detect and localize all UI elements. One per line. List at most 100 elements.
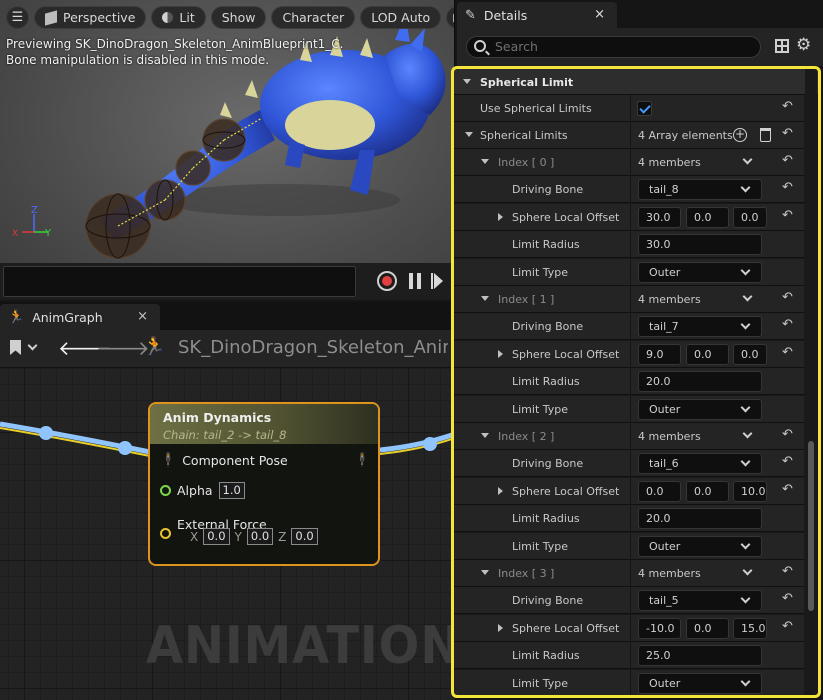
offset-y-field[interactable]: 0.0 xyxy=(686,206,729,228)
use-spherical-limits-checkbox[interactable] xyxy=(637,101,652,116)
timeline-scrubber[interactable] xyxy=(3,266,356,297)
limit-type-combo[interactable]: Outer xyxy=(638,398,762,420)
add-element-icon[interactable]: + xyxy=(733,128,747,142)
limit-radius-field[interactable]: 25.0 xyxy=(638,645,762,667)
category-spherical-limit[interactable]: Spherical Limit xyxy=(454,69,818,95)
character-button[interactable]: Character xyxy=(271,6,356,29)
chevron-down-icon[interactable] xyxy=(27,340,38,351)
limit-radius-field[interactable]: 20.0 xyxy=(638,508,762,530)
chevron-down-icon[interactable] xyxy=(742,291,753,302)
value-divider xyxy=(630,286,631,313)
alpha-value-field[interactable]: 1.0 xyxy=(218,482,245,499)
offset-z-field[interactable]: 0.0 xyxy=(733,206,767,228)
reset-to-default-icon[interactable]: ↶ xyxy=(782,455,796,470)
force-z-field[interactable]: 0.0 xyxy=(291,528,318,545)
lit-button[interactable]: Lit xyxy=(151,6,206,29)
chevron-down-icon[interactable] xyxy=(742,428,753,439)
offset-x-field[interactable]: 30.0 xyxy=(638,206,681,228)
offset-y-field[interactable]: 0.0 xyxy=(686,480,729,502)
tab-details[interactable]: ✎ Details × xyxy=(457,2,617,28)
output-pose-pin-icon[interactable]: 🕴 xyxy=(354,453,370,468)
chevron-down-icon[interactable] xyxy=(742,154,753,165)
graph-breadcrumb[interactable]: SK_DinoDragon_Skeleton_Anim xyxy=(178,337,448,358)
lod-button[interactable]: LOD Auto xyxy=(360,6,442,29)
reset-to-default-icon[interactable]: ↶ xyxy=(782,592,796,607)
vector-pin-icon xyxy=(160,528,171,539)
collapse-arrow-icon[interactable] xyxy=(465,132,473,137)
offset-z-field[interactable]: 15.0 xyxy=(733,617,767,639)
pause-button[interactable] xyxy=(409,273,421,289)
value-divider xyxy=(630,587,631,615)
search-icon xyxy=(474,40,486,52)
driving-bone-combo[interactable]: tail_6 xyxy=(638,453,762,475)
reset-to-default-icon[interactable]: ↶ xyxy=(782,209,796,224)
details-scrollbar[interactable] xyxy=(805,69,817,695)
limit-radius-field[interactable]: 30.0 xyxy=(638,234,762,256)
force-y-field[interactable]: 0.0 xyxy=(246,528,274,545)
collapse-arrow-icon[interactable] xyxy=(481,433,489,438)
step-forward-button[interactable] xyxy=(431,273,443,289)
scrollbar-thumb[interactable] xyxy=(808,441,814,611)
perspective-button[interactable]: Perspective xyxy=(34,6,147,29)
reset-to-default-icon[interactable]: ↶ xyxy=(782,154,796,169)
preview-info: Previewing SK_DinoDragon_Skeleton_AnimBl… xyxy=(6,37,344,68)
limit-radius-row: Limit Radius 30.0 xyxy=(454,231,804,259)
offset-x-field[interactable]: -10.0 xyxy=(638,617,681,639)
offset-z-field[interactable]: 10.0 xyxy=(733,480,767,502)
offset-x-field[interactable]: 0.0 xyxy=(638,480,681,502)
reset-to-default-icon[interactable]: ↶ xyxy=(782,565,796,580)
reset-to-default-icon[interactable]: ↶ xyxy=(782,291,796,306)
hamburger-menu-button[interactable]: ☰ xyxy=(6,6,29,29)
collapse-arrow-icon[interactable] xyxy=(481,296,489,301)
tab-animgraph[interactable]: 🏃 AnimGraph × xyxy=(0,304,160,330)
playback-speed-button[interactable]: ▶ x xyxy=(446,6,454,29)
alpha-pin[interactable]: Alpha 1.0 xyxy=(160,482,245,499)
expand-arrow-icon[interactable] xyxy=(498,623,503,632)
character-label: Character xyxy=(282,10,345,25)
reset-to-default-icon[interactable]: ↶ xyxy=(782,127,796,142)
reset-to-default-icon[interactable]: ↶ xyxy=(782,318,796,333)
reset-to-default-icon[interactable]: ↶ xyxy=(782,428,796,443)
reset-to-default-icon[interactable]: ↶ xyxy=(782,346,796,361)
show-button[interactable]: Show xyxy=(210,6,267,29)
collapse-arrow-icon[interactable] xyxy=(481,159,489,164)
table-view-icon[interactable] xyxy=(775,39,789,53)
bookmark-icon[interactable] xyxy=(10,340,21,355)
driving-bone-combo[interactable]: tail_8 xyxy=(638,179,762,201)
reset-to-default-icon[interactable]: ↶ xyxy=(782,181,796,196)
offset-y-field[interactable]: 0.0 xyxy=(686,343,729,365)
component-pose-pin[interactable]: 🕴 Component Pose xyxy=(160,453,288,468)
viewport[interactable]: Z Y X ☰ Perspective Lit Show Character L… xyxy=(0,0,455,300)
limit-radius-field[interactable]: 20.0 xyxy=(638,371,762,393)
offset-z-field[interactable]: 0.0 xyxy=(733,343,767,365)
close-tab-icon[interactable]: × xyxy=(137,309,148,324)
force-x-field[interactable]: 0.0 xyxy=(203,528,230,545)
reset-to-default-icon[interactable]: ↶ xyxy=(782,100,796,115)
collapse-arrow-icon[interactable] xyxy=(481,570,489,575)
forward-arrow-icon[interactable]: 🡒 xyxy=(96,336,150,360)
offset-x-field[interactable]: 9.0 xyxy=(638,343,681,365)
close-details-icon[interactable]: × xyxy=(594,7,605,22)
limit-type-combo[interactable]: Outer xyxy=(638,261,762,283)
limit-type-combo[interactable]: Outer xyxy=(638,535,762,557)
chevron-down-icon[interactable] xyxy=(742,565,753,576)
expand-arrow-icon[interactable] xyxy=(498,349,503,358)
expand-arrow-icon[interactable] xyxy=(498,212,503,221)
search-input[interactable]: Search xyxy=(466,36,761,58)
limit-type-combo[interactable]: Outer xyxy=(638,672,762,694)
driving-bone-combo[interactable]: tail_5 xyxy=(638,590,762,612)
value-divider xyxy=(630,560,631,587)
use-spherical-limits-label: Use Spherical Limits xyxy=(480,102,592,115)
node-header[interactable]: Anim Dynamics Chain: tail_2 -> tail_8 xyxy=(150,404,378,444)
gear-icon[interactable]: ⚙ xyxy=(796,35,811,55)
anim-dynamics-node[interactable]: Anim Dynamics Chain: tail_2 -> tail_8 🕴 … xyxy=(148,402,380,566)
limit-type-row: Limit Type Outer xyxy=(454,258,804,286)
trash-icon[interactable] xyxy=(760,128,771,142)
offset-y-field[interactable]: 0.0 xyxy=(686,617,729,639)
expand-arrow-icon[interactable] xyxy=(498,486,503,495)
reset-to-default-icon[interactable]: ↶ xyxy=(782,620,796,635)
driving-bone-row: Driving Bone tail_6 ↶ xyxy=(454,450,804,478)
record-button[interactable] xyxy=(377,271,397,291)
driving-bone-combo[interactable]: tail_7 xyxy=(638,316,762,338)
reset-to-default-icon[interactable]: ↶ xyxy=(782,483,796,498)
